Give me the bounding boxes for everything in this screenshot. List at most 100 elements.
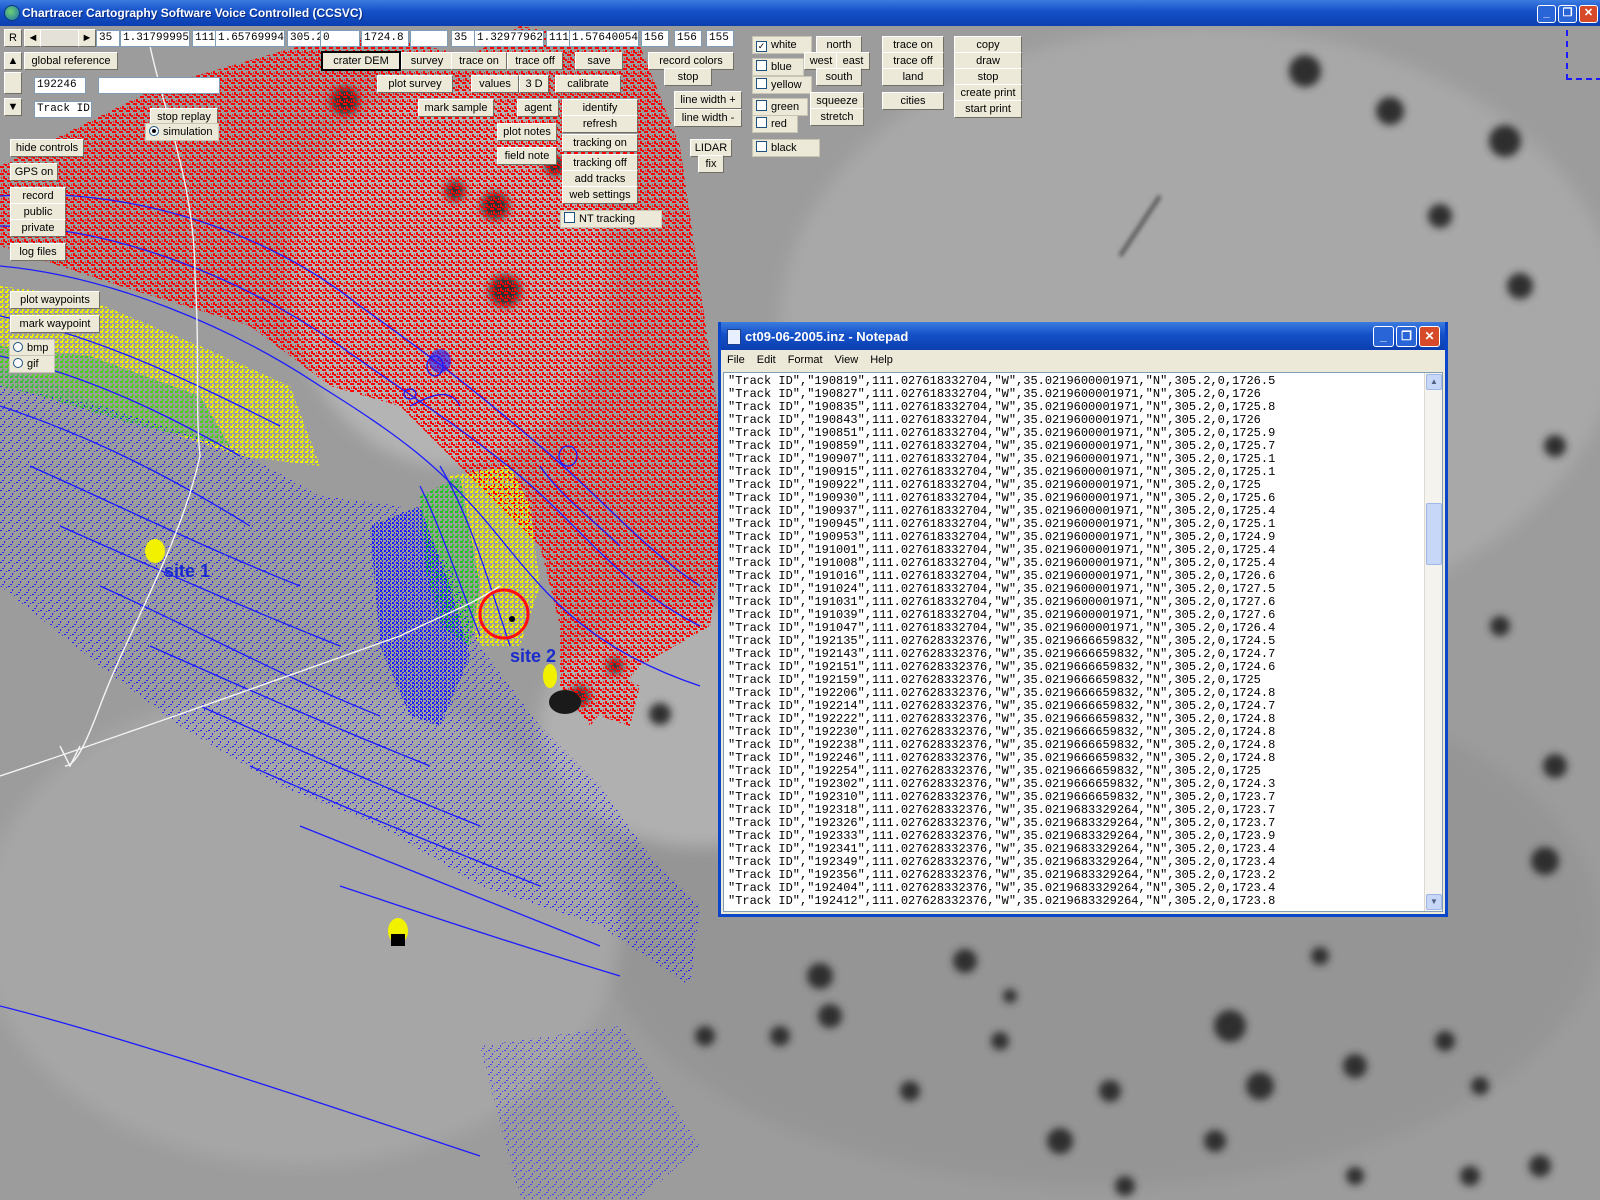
- global-reference-button[interactable]: global reference: [24, 52, 118, 70]
- menu-format[interactable]: Format: [782, 354, 829, 366]
- nt-tracking-box: [564, 212, 575, 223]
- green-label: green: [771, 101, 800, 113]
- scroll-down-icon[interactable]: ▼: [1426, 894, 1442, 910]
- 3d-button[interactable]: 3 D: [519, 75, 549, 93]
- speed-field[interactable]: 0: [320, 30, 360, 47]
- menu-edit[interactable]: Edit: [751, 354, 782, 366]
- notepad-title: ct09-06-2005.inz - Notepad: [745, 329, 909, 344]
- mark-waypoint-button[interactable]: mark waypoint: [10, 315, 100, 333]
- white-checkbox[interactable]: ✓ white: [752, 36, 812, 54]
- red-label: red: [771, 118, 787, 130]
- restore-button[interactable]: ❐: [1558, 5, 1577, 23]
- elevation-field[interactable]: 1724.8: [361, 30, 409, 47]
- notepad-maximize-button[interactable]: ❐: [1396, 326, 1417, 347]
- nt-tracking-label: NT tracking: [579, 213, 636, 225]
- yellow-checkbox[interactable]: yellow: [752, 76, 812, 94]
- r-button[interactable]: R: [4, 29, 22, 47]
- blue-box: [756, 60, 767, 71]
- value-155-field[interactable]: 155: [706, 30, 734, 47]
- notepad-close-button[interactable]: ✕: [1419, 326, 1440, 347]
- window-titlebar[interactable]: Chartracer Cartography Software Voice Co…: [0, 0, 1600, 26]
- down-arrow-button[interactable]: ▼: [4, 98, 22, 116]
- menu-file[interactable]: File: [721, 354, 751, 366]
- lon2-minutes-field[interactable]: 1.57640054: [569, 30, 639, 47]
- white-label: white: [771, 39, 797, 51]
- agent-button[interactable]: agent: [517, 99, 559, 117]
- lat2-degrees-field[interactable]: 35: [451, 30, 475, 47]
- fix-button[interactable]: fix: [698, 155, 724, 173]
- red-checkbox[interactable]: red: [752, 115, 798, 133]
- window-title: Chartracer Cartography Software Voice Co…: [22, 6, 363, 20]
- start-print-button[interactable]: start print: [954, 100, 1022, 118]
- calibrate-button[interactable]: calibrate: [555, 75, 621, 93]
- line-width-minus-button[interactable]: line width -: [674, 109, 742, 127]
- value-156b-field[interactable]: 156: [674, 30, 702, 47]
- simulation-radio[interactable]: simulation: [145, 123, 219, 141]
- lat-minutes-field[interactable]: 1.31799995: [120, 30, 190, 47]
- bmp-radio-dot: [13, 342, 23, 352]
- yellow-label: yellow: [771, 79, 802, 91]
- track-id-field[interactable]: Track ID: [34, 101, 92, 118]
- gif-radio[interactable]: gif: [9, 355, 55, 373]
- gps-on-button[interactable]: GPS on: [10, 163, 58, 181]
- cities-button[interactable]: cities: [882, 92, 944, 110]
- notepad-minimize-button[interactable]: _: [1373, 326, 1394, 347]
- plot-notes-button[interactable]: plot notes: [497, 123, 557, 141]
- menu-view[interactable]: View: [829, 354, 865, 366]
- scroll-right-button[interactable]: ►: [78, 29, 96, 47]
- plot-survey-button[interactable]: plot survey: [377, 75, 453, 93]
- blue-checkbox[interactable]: blue: [752, 58, 804, 76]
- refresh-button[interactable]: refresh: [562, 115, 638, 133]
- notepad-scrollbar[interactable]: ▲ ▼: [1424, 373, 1442, 911]
- crater-dem-button[interactable]: crater DEM: [321, 51, 401, 71]
- lon2-degrees-field[interactable]: 111: [546, 30, 570, 47]
- tracking-on-button[interactable]: tracking on: [562, 134, 638, 152]
- land-button[interactable]: land: [882, 68, 944, 86]
- nt-tracking-checkbox[interactable]: NT tracking: [560, 210, 662, 228]
- mark-sample-button[interactable]: mark sample: [418, 99, 494, 117]
- field-note-button[interactable]: field note: [497, 147, 557, 165]
- scroll-box[interactable]: [4, 72, 22, 94]
- simulation-radio-dot: [149, 126, 159, 136]
- red-box: [756, 117, 767, 128]
- survey-button[interactable]: survey: [401, 52, 453, 70]
- track-note-field[interactable]: [98, 77, 220, 94]
- scroll-thumb[interactable]: [1426, 503, 1442, 565]
- notepad-lines: "Track ID","190819",111.027618332704,"W"…: [728, 375, 1422, 908]
- notepad-titlebar[interactable]: ct09-06-2005.inz - Notepad _ ❐ ✕: [721, 322, 1445, 350]
- blue-label: blue: [771, 61, 792, 73]
- notepad-window[interactable]: ct09-06-2005.inz - Notepad _ ❐ ✕ File Edi…: [718, 322, 1448, 917]
- log-files-button[interactable]: log files: [10, 243, 66, 261]
- value-156a-field[interactable]: 156: [641, 30, 669, 47]
- up-arrow-button[interactable]: ▲: [4, 52, 22, 70]
- plot-waypoints-button[interactable]: plot waypoints: [10, 291, 100, 309]
- private-button[interactable]: private: [10, 219, 66, 237]
- green-box: [756, 100, 767, 111]
- stop-button[interactable]: stop: [664, 68, 712, 86]
- minimize-button[interactable]: _: [1537, 5, 1556, 23]
- values-button[interactable]: values: [471, 75, 519, 93]
- save-button[interactable]: save: [575, 52, 623, 70]
- stretch-button[interactable]: stretch: [810, 108, 864, 126]
- white-box: ✓: [756, 41, 767, 52]
- green-checkbox[interactable]: green: [752, 98, 808, 116]
- scroll-up-icon[interactable]: ▲: [1426, 374, 1442, 390]
- lon-degrees-field[interactable]: 111: [192, 30, 216, 47]
- line-width-plus-button[interactable]: line width +: [674, 91, 742, 109]
- hide-controls-button[interactable]: hide controls: [10, 139, 84, 157]
- track-number-field[interactable]: 192246: [34, 77, 86, 94]
- trace-off-button[interactable]: trace off: [507, 52, 563, 70]
- notepad-text-area[interactable]: "Track ID","190819",111.027618332704,"W"…: [723, 372, 1443, 912]
- blank-field[interactable]: [410, 30, 448, 47]
- trace-on-button[interactable]: trace on: [451, 52, 507, 70]
- close-button[interactable]: ✕: [1579, 5, 1598, 23]
- lat-degrees-field[interactable]: 35: [96, 30, 120, 47]
- lon-minutes-field[interactable]: 1.65769994: [215, 30, 285, 47]
- heading-field[interactable]: 305.2: [287, 30, 321, 47]
- black-checkbox[interactable]: black: [752, 139, 820, 157]
- menu-help[interactable]: Help: [864, 354, 899, 366]
- web-settings-button[interactable]: web settings: [562, 186, 638, 204]
- lat2-minutes-field[interactable]: 1.32977962: [474, 30, 544, 47]
- south-button[interactable]: south: [816, 68, 862, 86]
- notepad-menubar: File Edit Format View Help: [721, 350, 1445, 370]
